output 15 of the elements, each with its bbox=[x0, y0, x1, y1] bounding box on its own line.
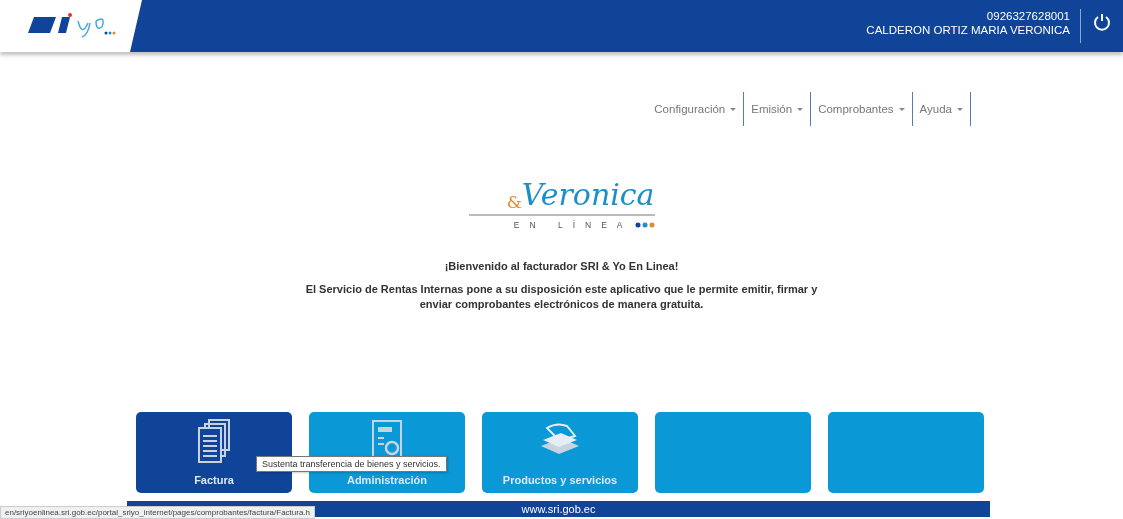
logo-name: Veronica bbox=[521, 178, 655, 212]
welcome-title: ¡Bienvenido al facturador SRI & Yo En Linea! bbox=[444, 260, 679, 272]
menu-tile[interactable]: Productos y servicios bbox=[482, 412, 638, 493]
logo-tagline: EN LÍNEA bbox=[513, 220, 633, 230]
nav-menu-item[interactable]: Emisión bbox=[744, 92, 812, 126]
user-ruc: 0926327628001 bbox=[986, 9, 1070, 23]
status-url: en/sriyoenlinea.sri.gob.ec/portal_sriyo_internet/pages/comprobantes/factura/Factura.h bbox=[0, 506, 316, 519]
user-name: CALDERON ORTIZ MARIA VERONICA bbox=[866, 23, 1070, 37]
nav-menu-item[interactable]: Ayuda bbox=[912, 92, 971, 126]
nav-menu-item[interactable]: Comprobantes bbox=[811, 92, 913, 126]
welcome-text: El Servicio de Rentas Internas pone a su disposición este aplicativo que le permite emitir, firmar y enviar comprobantes electrónicos de manera gratuita. bbox=[304, 282, 819, 312]
footer-link[interactable]: www.sri.gob.ec bbox=[521, 503, 596, 515]
logo-ampersand: & bbox=[506, 192, 522, 212]
tooltip: Sustenta transferencia de bienes y servicios. bbox=[256, 456, 447, 472]
nav-menu-item[interactable]: Configuración bbox=[647, 92, 745, 126]
